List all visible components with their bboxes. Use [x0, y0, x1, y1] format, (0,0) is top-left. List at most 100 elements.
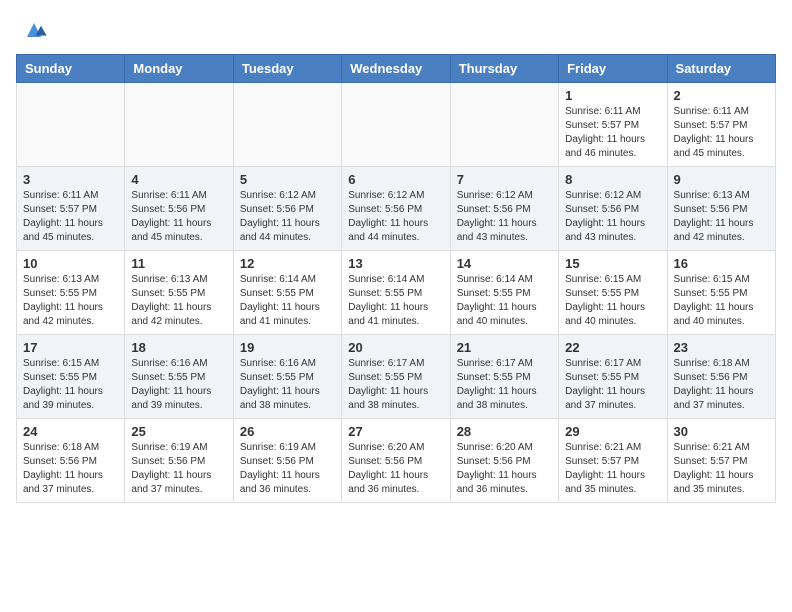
day-number: 17	[23, 340, 118, 355]
header	[16, 16, 776, 44]
day-number: 5	[240, 172, 335, 187]
day-number: 15	[565, 256, 660, 271]
day-info: Sunrise: 6:17 AM Sunset: 5:55 PM Dayligh…	[457, 357, 552, 413]
calendar-cell: 7 Sunrise: 6:12 AM Sunset: 5:56 PM Daylig…	[450, 167, 558, 251]
day-info: Sunrise: 6:14 AM Sunset: 5:55 PM Dayligh…	[348, 273, 443, 329]
day-info: Sunrise: 6:14 AM Sunset: 5:55 PM Dayligh…	[240, 273, 335, 329]
day-number: 27	[348, 424, 443, 439]
calendar-cell	[125, 83, 233, 167]
day-info: Sunrise: 6:16 AM Sunset: 5:55 PM Dayligh…	[240, 357, 335, 413]
calendar-cell: 13 Sunrise: 6:14 AM Sunset: 5:55 PM Dayli…	[342, 251, 450, 335]
day-info: Sunrise: 6:14 AM Sunset: 5:55 PM Dayligh…	[457, 273, 552, 329]
calendar-cell: 14 Sunrise: 6:14 AM Sunset: 5:55 PM Dayli…	[450, 251, 558, 335]
calendar-cell: 29 Sunrise: 6:21 AM Sunset: 5:57 PM Dayli…	[559, 419, 667, 503]
day-info: Sunrise: 6:19 AM Sunset: 5:56 PM Dayligh…	[131, 441, 226, 497]
page: SundayMondayTuesdayWednesdayThursdayFrid…	[0, 0, 792, 519]
calendar-cell: 25 Sunrise: 6:19 AM Sunset: 5:56 PM Dayli…	[125, 419, 233, 503]
day-info: Sunrise: 6:18 AM Sunset: 5:56 PM Dayligh…	[23, 441, 118, 497]
day-info: Sunrise: 6:11 AM Sunset: 5:57 PM Dayligh…	[23, 189, 118, 245]
calendar-cell: 10 Sunrise: 6:13 AM Sunset: 5:55 PM Dayli…	[17, 251, 125, 335]
day-info: Sunrise: 6:12 AM Sunset: 5:56 PM Dayligh…	[565, 189, 660, 245]
day-number: 26	[240, 424, 335, 439]
logo-icon	[20, 16, 48, 44]
calendar-cell: 27 Sunrise: 6:20 AM Sunset: 5:56 PM Dayli…	[342, 419, 450, 503]
calendar-cell: 23 Sunrise: 6:18 AM Sunset: 5:56 PM Dayli…	[667, 335, 775, 419]
day-number: 1	[565, 88, 660, 103]
calendar-cell: 18 Sunrise: 6:16 AM Sunset: 5:55 PM Dayli…	[125, 335, 233, 419]
calendar-cell	[233, 83, 341, 167]
day-number: 19	[240, 340, 335, 355]
day-number: 6	[348, 172, 443, 187]
calendar-cell: 24 Sunrise: 6:18 AM Sunset: 5:56 PM Dayli…	[17, 419, 125, 503]
calendar-cell: 2 Sunrise: 6:11 AM Sunset: 5:57 PM Daylig…	[667, 83, 775, 167]
day-number: 24	[23, 424, 118, 439]
calendar-cell: 11Sunrise: 6:13 AM Sunset: 5:55 PM Dayli…	[125, 251, 233, 335]
calendar-cell: 4 Sunrise: 6:11 AM Sunset: 5:56 PM Daylig…	[125, 167, 233, 251]
day-info: Sunrise: 6:18 AM Sunset: 5:56 PM Dayligh…	[674, 357, 769, 413]
calendar-cell: 12 Sunrise: 6:14 AM Sunset: 5:55 PM Dayli…	[233, 251, 341, 335]
calendar-cell: 30 Sunrise: 6:21 AM Sunset: 5:57 PM Dayli…	[667, 419, 775, 503]
calendar-cell: 21Sunrise: 6:17 AM Sunset: 5:55 PM Dayli…	[450, 335, 558, 419]
logo	[16, 16, 48, 44]
day-number: 3	[23, 172, 118, 187]
day-info: Sunrise: 6:21 AM Sunset: 5:57 PM Dayligh…	[674, 441, 769, 497]
day-number: 9	[674, 172, 769, 187]
day-number: 2	[674, 88, 769, 103]
day-number: 14	[457, 256, 552, 271]
day-info: Sunrise: 6:20 AM Sunset: 5:56 PM Dayligh…	[348, 441, 443, 497]
calendar-cell: 6Sunrise: 6:12 AM Sunset: 5:56 PM Daylig…	[342, 167, 450, 251]
day-info: Sunrise: 6:17 AM Sunset: 5:55 PM Dayligh…	[348, 357, 443, 413]
weekday-header: Wednesday	[342, 55, 450, 83]
day-info: Sunrise: 6:13 AM Sunset: 5:55 PM Dayligh…	[23, 273, 118, 329]
calendar-cell: 15Sunrise: 6:15 AM Sunset: 5:55 PM Dayli…	[559, 251, 667, 335]
calendar-cell: 9Sunrise: 6:13 AM Sunset: 5:56 PM Daylig…	[667, 167, 775, 251]
weekday-header: Friday	[559, 55, 667, 83]
calendar-cell: 22 Sunrise: 6:17 AM Sunset: 5:55 PM Dayli…	[559, 335, 667, 419]
calendar-week-row: 24 Sunrise: 6:18 AM Sunset: 5:56 PM Dayli…	[17, 419, 776, 503]
day-info: Sunrise: 6:11 AM Sunset: 5:56 PM Dayligh…	[131, 189, 226, 245]
day-number: 10	[23, 256, 118, 271]
calendar-cell: 16 Sunrise: 6:15 AM Sunset: 5:55 PM Dayli…	[667, 251, 775, 335]
calendar-cell: 20Sunrise: 6:17 AM Sunset: 5:55 PM Dayli…	[342, 335, 450, 419]
day-number: 29	[565, 424, 660, 439]
day-info: Sunrise: 6:11 AM Sunset: 5:57 PM Dayligh…	[674, 105, 769, 161]
calendar-cell: 1Sunrise: 6:11 AM Sunset: 5:57 PM Daylig…	[559, 83, 667, 167]
day-info: Sunrise: 6:15 AM Sunset: 5:55 PM Dayligh…	[674, 273, 769, 329]
day-number: 23	[674, 340, 769, 355]
day-number: 8	[565, 172, 660, 187]
day-info: Sunrise: 6:21 AM Sunset: 5:57 PM Dayligh…	[565, 441, 660, 497]
calendar-cell: 26 Sunrise: 6:19 AM Sunset: 5:56 PM Dayli…	[233, 419, 341, 503]
calendar-cell: 5Sunrise: 6:12 AM Sunset: 5:56 PM Daylig…	[233, 167, 341, 251]
day-number: 25	[131, 424, 226, 439]
day-info: Sunrise: 6:19 AM Sunset: 5:56 PM Dayligh…	[240, 441, 335, 497]
day-info: Sunrise: 6:17 AM Sunset: 5:55 PM Dayligh…	[565, 357, 660, 413]
day-info: Sunrise: 6:16 AM Sunset: 5:55 PM Dayligh…	[131, 357, 226, 413]
day-info: Sunrise: 6:12 AM Sunset: 5:56 PM Dayligh…	[457, 189, 552, 245]
weekday-header: Thursday	[450, 55, 558, 83]
calendar-cell: 19 Sunrise: 6:16 AM Sunset: 5:55 PM Dayli…	[233, 335, 341, 419]
calendar-cell	[342, 83, 450, 167]
day-number: 12	[240, 256, 335, 271]
calendar-cell	[17, 83, 125, 167]
day-number: 22	[565, 340, 660, 355]
weekday-header: Tuesday	[233, 55, 341, 83]
day-number: 30	[674, 424, 769, 439]
calendar-cell: 8 Sunrise: 6:12 AM Sunset: 5:56 PM Daylig…	[559, 167, 667, 251]
day-number: 18	[131, 340, 226, 355]
calendar-cell	[450, 83, 558, 167]
calendar-cell: 17 Sunrise: 6:15 AM Sunset: 5:55 PM Dayli…	[17, 335, 125, 419]
day-number: 7	[457, 172, 552, 187]
day-info: Sunrise: 6:13 AM Sunset: 5:55 PM Dayligh…	[131, 273, 226, 329]
calendar-week-row: 10 Sunrise: 6:13 AM Sunset: 5:55 PM Dayli…	[17, 251, 776, 335]
day-number: 16	[674, 256, 769, 271]
weekday-header: Saturday	[667, 55, 775, 83]
calendar-cell: 28Sunrise: 6:20 AM Sunset: 5:56 PM Dayli…	[450, 419, 558, 503]
calendar-table: SundayMondayTuesdayWednesdayThursdayFrid…	[16, 54, 776, 503]
calendar-cell: 3 Sunrise: 6:11 AM Sunset: 5:57 PM Daylig…	[17, 167, 125, 251]
day-number: 13	[348, 256, 443, 271]
calendar-week-row: 1 Sunrise: 6:11 AM Sunset: 5:57 PM Daylig…	[17, 83, 776, 167]
day-info: Sunrise: 6:15 AM Sunset: 5:55 PM Dayligh…	[23, 357, 118, 413]
calendar-header-row: SundayMondayTuesdayWednesdayThursdayFrid…	[17, 55, 776, 83]
calendar-week-row: 17 Sunrise: 6:15 AM Sunset: 5:55 PM Dayli…	[17, 335, 776, 419]
day-number: 4	[131, 172, 226, 187]
